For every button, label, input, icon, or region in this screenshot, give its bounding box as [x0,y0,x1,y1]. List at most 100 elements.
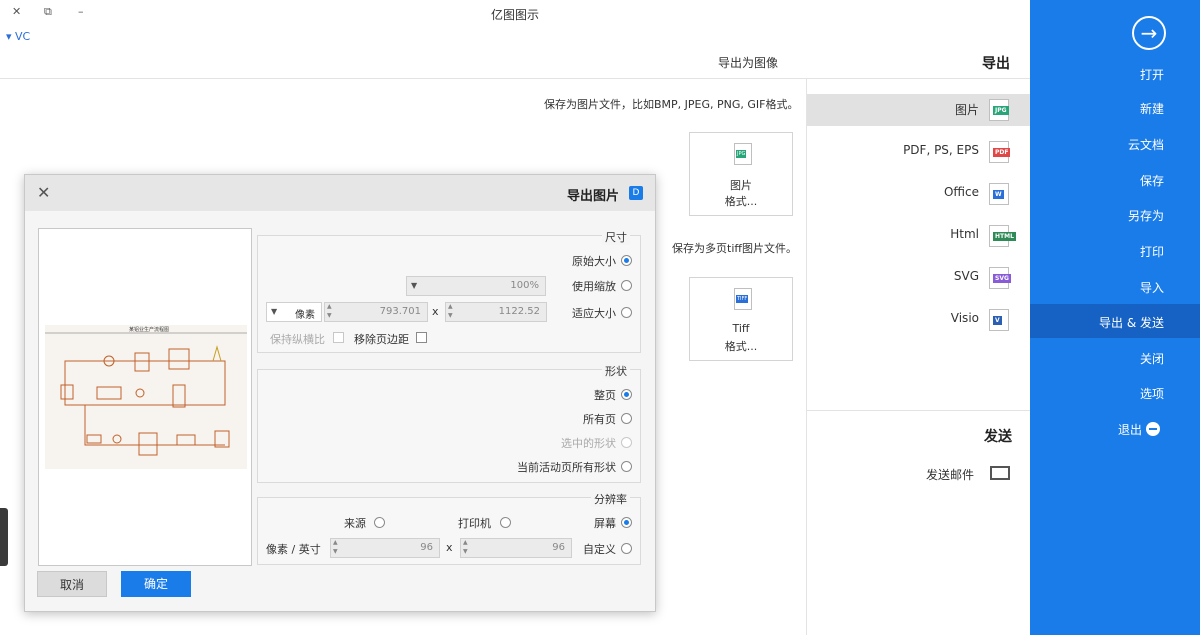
nav-item-new[interactable]: 新建 [1140,100,1164,117]
arrow-right-circle-icon[interactable]: → [1132,16,1166,50]
original-size-label: 原始大小 [572,255,616,268]
fit-size-label: 适应大小 [572,307,616,320]
send-email-item[interactable]: 发送邮件 [926,466,974,483]
printer-radio[interactable] [500,517,511,528]
dpi-x-input[interactable]: 96 [460,538,572,558]
card-label: Tiff [732,322,750,335]
nav-item-cloud[interactable]: 云文档 [1128,136,1164,153]
format-item-office[interactable]: W Office [807,178,1031,210]
export-image-dialog: ✕ 导出图片 D 某铝业生产流程图 尺寸 原始大小 使用缩放 ▼ 100% 适应… [24,174,656,612]
card-sublabel: 格式... [724,340,758,353]
cancel-button[interactable]: 取消 [37,571,107,597]
tiff-file-icon: TIFF [734,288,752,310]
format-label: Html [950,227,979,241]
export-heading: 导出 [982,56,1010,72]
mail-icon [990,466,1010,480]
resolution-group: 分辨率 屏幕 打印机 来源 自定义 96 x 96 像素 / 英寸 [257,491,641,565]
send-heading: 发送 [984,429,1012,445]
times-label: x [432,305,439,318]
card-label: 图片 [730,179,752,192]
tiff-export-description: 保存为多页tiff图片文件。 [672,242,797,255]
account-name: VC [15,30,31,43]
nav-item-options[interactable]: 选项 [1140,385,1164,402]
format-item-pdf[interactable]: PDF PDF, PS, EPS [807,136,1031,168]
export-format-panel: 导出 JPG 图片 PDF PDF, PS, EPS W Office HTML… [806,56,1031,635]
app-window: ✕ ⧉ – 亿图图示 ▾ VC 导出为图像 保存为图片文件，比如BMP, JPE… [0,0,1200,635]
shape-group-label: 形状 [602,363,630,379]
format-item-visio[interactable]: V Visio [807,304,1031,336]
source-label: 来源 [344,517,366,530]
keep-ratio-label: 保持纵横比 [270,333,325,346]
format-label: 图片 [954,103,979,117]
width-input[interactable]: 1122.52 [445,302,547,322]
jpg-file-icon: JPG [734,143,752,165]
unit-dropdown[interactable]: 像素 [266,302,322,322]
remove-margin-checkbox[interactable] [416,332,427,343]
custom-radio[interactable] [621,543,632,554]
nav-item-import[interactable]: 导入 [1140,279,1164,296]
scale-label: 使用缩放 [572,280,616,293]
selected-shapes-label: 选中的形状 [561,437,616,450]
nav-item-export-send[interactable]: 导出 & 发送 [1099,314,1164,331]
jpg-icon: JPG [989,99,1009,121]
window-title: 亿图图示 [490,8,539,22]
format-item-image[interactable]: JPG 图片 [807,94,1031,126]
export-preview: 某铝业生产流程图 [38,228,252,566]
fit-size-radio[interactable] [621,307,632,318]
image-format-card[interactable]: JPG 图片 格式... [689,132,793,216]
shape-group: 形状 整页 所有页 选中的形状 当前活动页所有形状 [257,363,641,483]
nav-item-save[interactable]: 保存 [1140,172,1164,189]
visio-icon: V [989,309,1009,331]
svg-icon: SVG [989,267,1011,289]
dpi-unit-label: 像素 / 英寸 [266,543,321,556]
height-input[interactable]: 793.701 [324,302,428,322]
flowchart-thumbnail: 某铝业生产流程图 [45,326,247,456]
word-icon: W [989,183,1009,205]
nav-item-print[interactable]: 打印 [1140,243,1164,260]
size-group-label: 尺寸 [602,229,630,245]
preview-title: 某铝业生产流程图 [129,326,169,333]
keep-ratio-checkbox[interactable] [333,332,344,343]
resolution-group-label: 分辨率 [591,491,630,507]
remove-margin-label: 移除页边距 [354,333,409,346]
side-toolbar-widget[interactable] [0,508,8,566]
diagram-thumbnail: 某铝业生产流程图 [45,325,247,469]
scale-dropdown[interactable]: 100% [406,276,546,296]
nav-item-save-as[interactable]: 另存为 [1128,207,1164,224]
tiff-format-card[interactable]: TIFF Tiff 格式... [689,277,793,361]
selected-shapes-radio[interactable] [621,437,632,448]
format-item-svg[interactable]: SVG SVG [807,262,1031,294]
format-label: SVG [953,269,979,283]
dialog-header: ✕ 导出图片 D [25,175,655,211]
format-item-html[interactable]: HTML Html [807,220,1031,252]
times-label: x [446,541,453,554]
dpi-y-input[interactable]: 96 [330,538,440,558]
all-pages-label: 所有页 [583,413,616,426]
whole-page-radio[interactable] [621,389,632,400]
close-icon[interactable]: ✕ [37,183,50,202]
size-group: 尺寸 原始大小 使用缩放 100% 适应大小 1122.52 x 793.701… [257,229,641,353]
screen-label: 屏幕 [594,517,616,530]
ok-button[interactable]: 确定 [121,571,191,597]
html-icon: HTML [989,225,1016,247]
nav-item-close[interactable]: 关闭 [1140,350,1164,367]
format-label: Office [943,185,979,199]
backstage-nav: → 打开 新建 云文档 保存 另存为 打印 导入 导出 & 发送 关闭 选项 退… [1030,0,1200,635]
pdf-icon: PDF [989,141,1011,163]
nav-item-open[interactable]: 打开 [1140,66,1164,83]
account-menu[interactable]: ▾ VC [6,30,30,43]
printer-label: 打印机 [458,517,491,530]
exit-icon [1146,422,1160,436]
nav-item-exit[interactable]: 退出 [1118,421,1160,438]
format-label: Visio [950,311,979,325]
all-pages-radio[interactable] [621,413,632,424]
app-logo-icon: D [629,186,643,200]
original-size-radio[interactable] [621,255,632,266]
source-radio[interactable] [374,517,385,528]
screen-radio[interactable] [621,517,632,528]
divider [807,410,1031,411]
title-bar: ✕ ⧉ – 亿图图示 [0,0,1030,30]
card-sublabel: 格式... [724,195,758,208]
all-shapes-on-page-radio[interactable] [621,461,632,472]
scale-radio[interactable] [621,280,632,291]
